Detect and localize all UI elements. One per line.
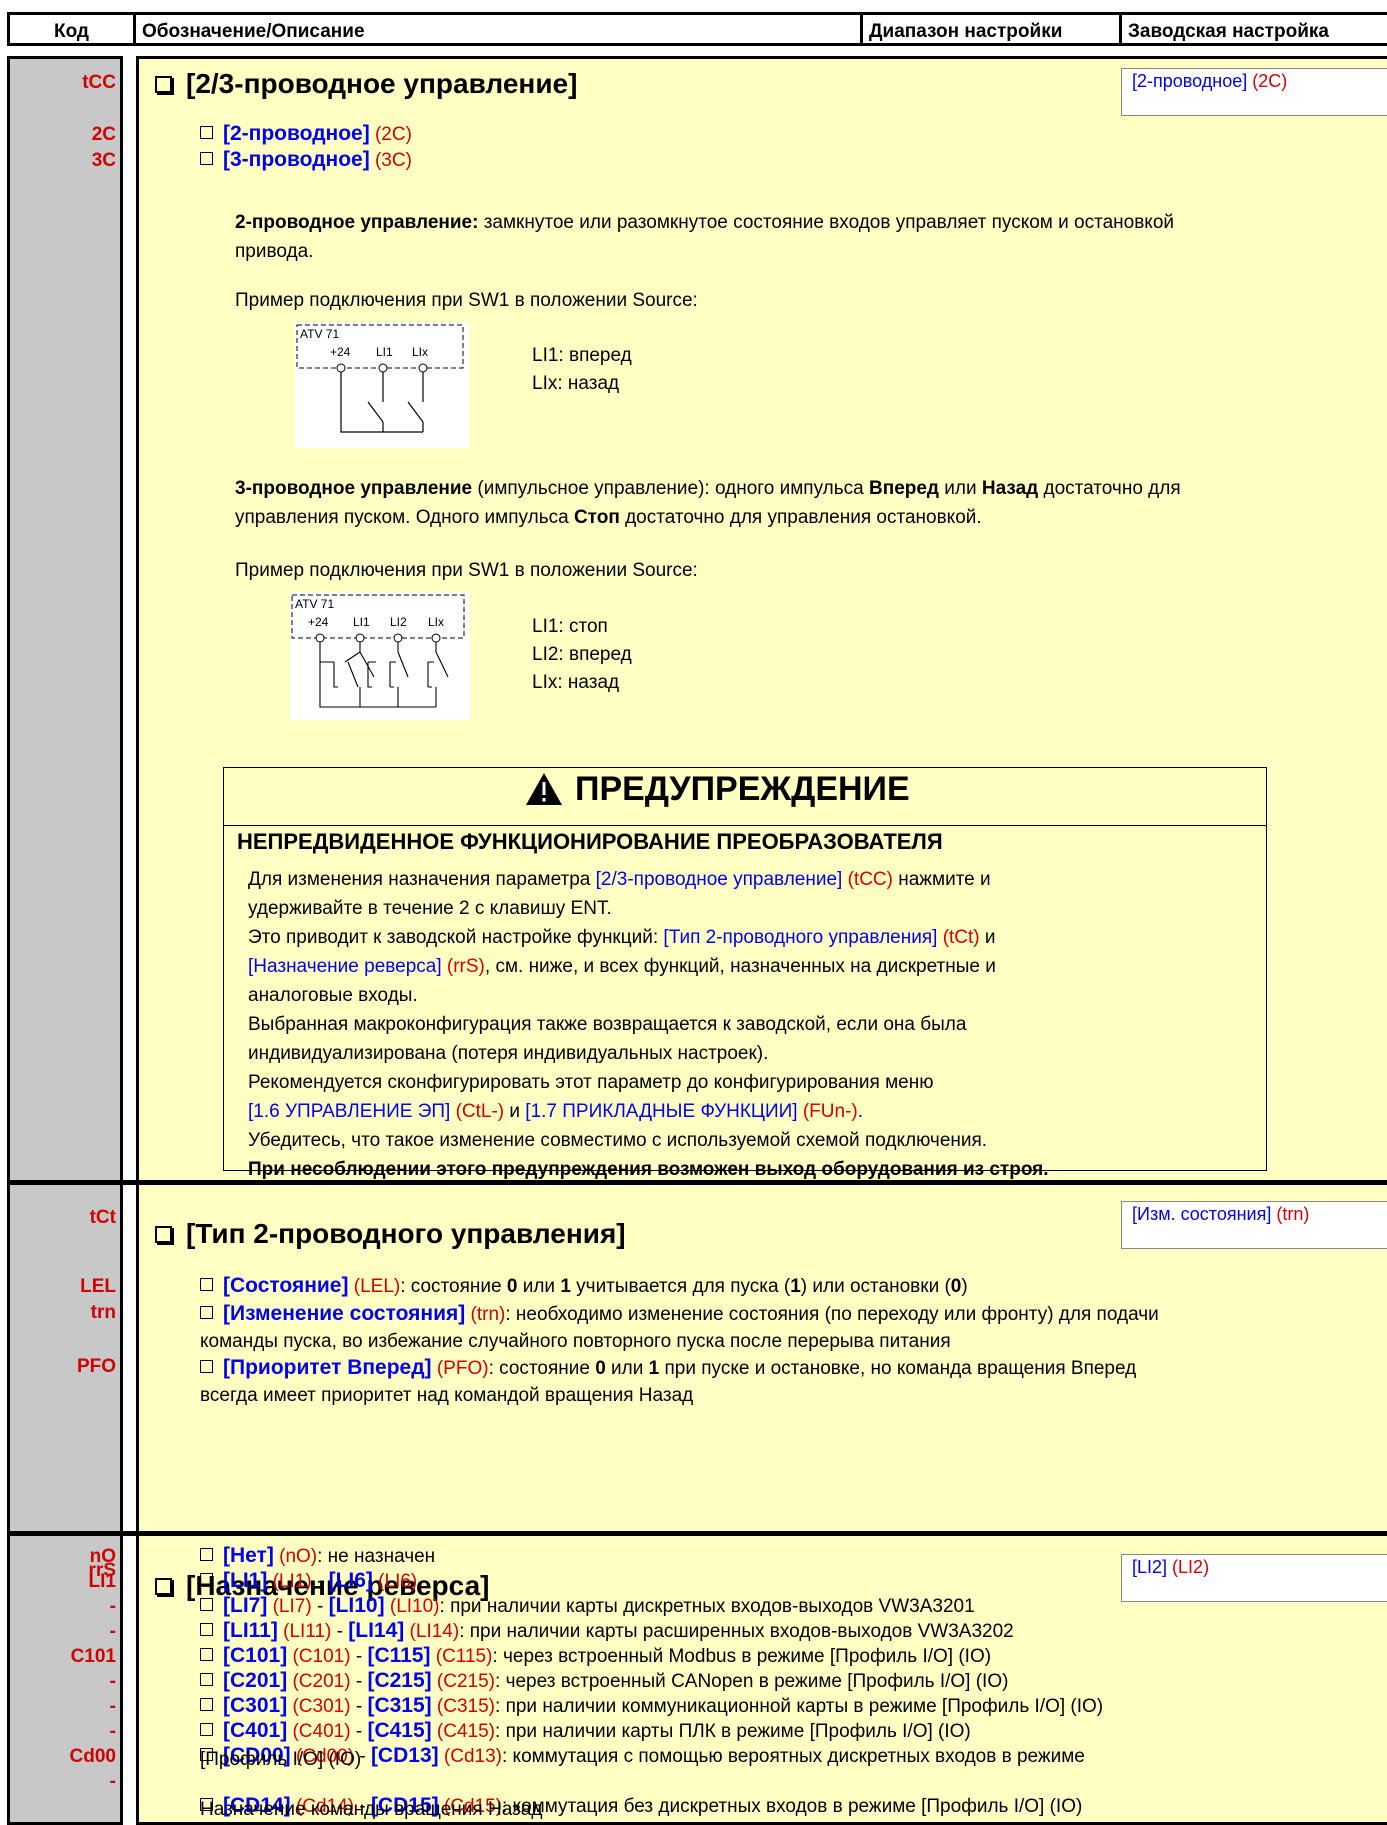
- header-factory: Заводская настройка: [1119, 12, 1387, 46]
- checkbox-icon: [200, 1278, 213, 1291]
- diagram-label-atv: ATV 71: [295, 597, 334, 611]
- row-separator: [7, 1531, 1387, 1536]
- checkbox-icon: [200, 1648, 213, 1661]
- factory-setting-tct: [Изм. состояния] (trn): [1121, 1201, 1387, 1249]
- diagram-label-li1: LI1: [376, 345, 393, 359]
- rrs-option-code: -: [109, 1696, 116, 1717]
- rrs-option-code: -: [109, 1621, 116, 1642]
- option-pfo: [Приоритет Вперед] (PFO): состояние 0 ил…: [200, 1356, 1137, 1406]
- option-lel: [Состояние] (LEL): состояние 0 или 1 учи…: [200, 1274, 968, 1298]
- section-checkbox-icon: [155, 1226, 172, 1243]
- section-checkbox-icon: [155, 1578, 172, 1595]
- header-description: Обозначение/Описание: [133, 12, 863, 46]
- rrs-option-code: C101: [70, 1646, 116, 1667]
- rrs-option-code: Cd00: [69, 1746, 116, 1767]
- rrs-option: [C101] (C101) - [C115] (C115): через вст…: [200, 1644, 991, 1668]
- option-code-2c: 2C: [91, 124, 116, 145]
- param-title-tcc: [2/3-проводное управление]: [155, 68, 577, 100]
- diagram-label-24: +24: [308, 615, 329, 629]
- rrs-option: [Нет] (nO): не назначен: [200, 1544, 435, 1568]
- paragraph-3wire: 3-проводное управление (импульсное управ…: [235, 478, 1181, 528]
- option-3c: [3-проводное] (3C): [200, 148, 412, 172]
- checkbox-icon: [200, 1548, 213, 1561]
- option-2c: [2-проводное] (2C): [200, 122, 412, 146]
- diagram-label-24: +24: [330, 345, 351, 359]
- diagram2-legend-2: LI2: вперед: [532, 644, 632, 665]
- checkbox-icon: [200, 1723, 213, 1736]
- checkbox-icon: [200, 1623, 213, 1636]
- rrs-option: [LI7] (LI7) - [LI10] (LI10): при наличии…: [200, 1594, 975, 1618]
- option-code-lel: LEL: [80, 1276, 116, 1297]
- rrs-continuation-cd14: Назначение команды вращения Назад: [200, 1799, 543, 1820]
- rrs-option-code: -: [109, 1721, 116, 1742]
- checkbox-icon: [200, 1698, 213, 1711]
- diagram1-legend-1: LI1: вперед: [532, 345, 632, 366]
- checkbox-icon: [200, 1306, 213, 1319]
- param-code-tct: tCt: [89, 1207, 116, 1228]
- section-checkbox-icon: [155, 76, 172, 93]
- checkbox-icon: [200, 1360, 213, 1373]
- paragraph-2wire: 2-проводное управление: замкнутое или ра…: [235, 212, 1174, 262]
- param-title-tct: [Тип 2-проводного управления]: [155, 1218, 626, 1250]
- warning-subtitle: НЕПРЕДВИДЕННОЕ ФУНКЦИОНИРОВАНИЕ ПРЕОБРАЗ…: [237, 829, 943, 854]
- warning-text: Для изменения назначения параметра [2/3-…: [248, 869, 1049, 1180]
- rrs-option-code: -: [109, 1596, 116, 1617]
- option-code-3c: 3C: [91, 150, 116, 171]
- checkbox-icon: [200, 152, 213, 165]
- rrs-option: [C401] (C401) - [C415] (C415): при налич…: [200, 1719, 971, 1743]
- header-code: Код: [7, 12, 136, 46]
- warning-title: ПРЕДУПРЕЖДЕНИЕ: [525, 770, 910, 809]
- rrs-option-code: LI1: [88, 1571, 116, 1592]
- example-caption-2: Пример подключения при SW1 в положении S…: [235, 560, 698, 581]
- rrs-option-code: nO: [89, 1546, 116, 1567]
- factory-setting-tcc: [2-проводное] (2C): [1121, 68, 1387, 116]
- rrs-option: [C201] (C201) - [C215] (C215): через вст…: [200, 1669, 1008, 1693]
- diagram1-legend-2: LIx: назад: [532, 373, 620, 394]
- warning-triangle-icon: [526, 773, 562, 805]
- diagram-label-li2: LI2: [390, 615, 407, 629]
- checkbox-icon: [200, 1573, 213, 1586]
- param-code-tcc: tCC: [82, 72, 116, 93]
- rrs-option: [LI11] (LI11) - [LI14] (LI14): при налич…: [200, 1619, 1014, 1643]
- diagram2-legend-1: LI1: стоп: [532, 616, 608, 637]
- checkbox-icon: [200, 1598, 213, 1611]
- rrs-option: [C301] (C301) - [C315] (C315): при налич…: [200, 1694, 1103, 1718]
- factory-setting-rrs: [LI2] (LI2): [1121, 1554, 1387, 1602]
- rrs-option-code: -: [109, 1671, 116, 1692]
- wiring-diagram-2wire: ATV 71 +24 LI1 LIx: [295, 322, 469, 448]
- rrs-option-code: -: [109, 1771, 116, 1792]
- checkbox-icon: [200, 126, 213, 139]
- diagram2-legend-3: LIx: назад: [532, 672, 620, 693]
- example-caption-1: Пример подключения при SW1 в положении S…: [235, 290, 698, 311]
- rrs-continuation-cd00: [Профиль I/O] (IO): [200, 1749, 362, 1770]
- diagram-label-atv: ATV 71: [300, 327, 339, 341]
- diagram-label-lix: LIx: [428, 615, 444, 629]
- diagram-label-lix: LIx: [412, 345, 428, 359]
- option-code-pfo: PFO: [76, 1356, 116, 1377]
- diagram-label-li1: LI1: [353, 615, 370, 629]
- checkbox-icon: [200, 1673, 213, 1686]
- option-code-trn: trn: [90, 1302, 116, 1323]
- option-trn: [Изменение состояния] (trn): необходимо …: [200, 1302, 1159, 1352]
- header-range: Диапазон настройки: [860, 12, 1122, 46]
- wiring-diagram-3wire: ATV 71 +24 LI1 LI2 LIx: [290, 592, 470, 720]
- rrs-option: [LI1] (LI1) - [LI6] (LI6): [200, 1569, 417, 1593]
